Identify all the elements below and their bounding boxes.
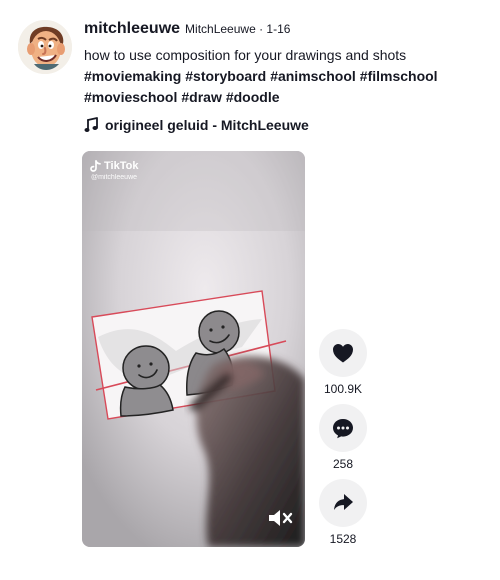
- creator-nickname-date: MitchLeeuwe · 1-16: [185, 22, 291, 36]
- comment-action: 258: [319, 404, 367, 471]
- left-character-eye: [149, 362, 153, 366]
- video-player[interactable]: TikTok @mitchleeuwe: [82, 151, 305, 547]
- left-character-body: [119, 384, 174, 417]
- left-character-eye: [137, 364, 141, 368]
- hashtag-movieschool[interactable]: #movieschool: [84, 87, 177, 108]
- creator-meta: mitchleeuwe MitchLeeuwe · 1-16: [84, 20, 474, 42]
- comment-count: 258: [332, 457, 354, 471]
- right-character-eye: [209, 328, 213, 332]
- right-character-head: [198, 310, 240, 354]
- video-frame: [82, 151, 305, 547]
- hashtag-doodle[interactable]: #doodle: [226, 87, 280, 108]
- cartoon-face-avatar: [18, 20, 72, 74]
- like-button[interactable]: [319, 329, 367, 377]
- tiktok-watermark: TikTok @mitchleeuwe: [90, 159, 138, 181]
- hashtag-animschool[interactable]: #animschool: [270, 66, 356, 87]
- music-title: origineel geluid - MitchLeeuwe: [105, 117, 309, 133]
- like-count: 100.9K: [323, 382, 363, 396]
- tiktok-watermark-handle: @mitchleeuwe: [91, 174, 138, 181]
- hashtag-list: #moviemaking #storyboard #animschool #films…: [84, 66, 458, 108]
- mute-icon[interactable]: [267, 507, 293, 529]
- tiktok-brand-label: TikTok: [104, 160, 139, 172]
- tiktok-logo-icon: [90, 160, 101, 172]
- hashtag-draw[interactable]: #draw: [181, 87, 221, 108]
- share-arrow-icon: [334, 494, 353, 510]
- comment-button[interactable]: [319, 404, 367, 452]
- caption-text: how to use composition for your drawings…: [84, 47, 407, 63]
- heart-icon: [333, 344, 353, 363]
- comment-icon: [333, 418, 353, 438]
- music-note-icon: [84, 117, 98, 132]
- creator-avatar[interactable]: [18, 20, 72, 74]
- music-link[interactable]: origineel geluid - MitchLeeuwe: [84, 116, 474, 134]
- like-action: 100.9K: [319, 329, 367, 396]
- hashtag-moviemaking[interactable]: #moviemaking: [84, 66, 181, 87]
- post-header: mitchleeuwe MitchLeeuwe · 1-16 how to us…: [84, 20, 474, 134]
- post-caption: how to use composition for your drawings…: [84, 45, 458, 108]
- share-button[interactable]: [319, 479, 367, 527]
- share-action: 1528: [319, 479, 367, 546]
- hashtag-storyboard[interactable]: #storyboard: [185, 66, 266, 87]
- creator-username[interactable]: mitchleeuwe: [84, 20, 180, 38]
- right-character-eye: [221, 325, 225, 329]
- hashtag-filmschool[interactable]: #filmschool: [360, 66, 438, 87]
- share-count: 1528: [329, 532, 357, 546]
- left-character-head: [122, 345, 170, 391]
